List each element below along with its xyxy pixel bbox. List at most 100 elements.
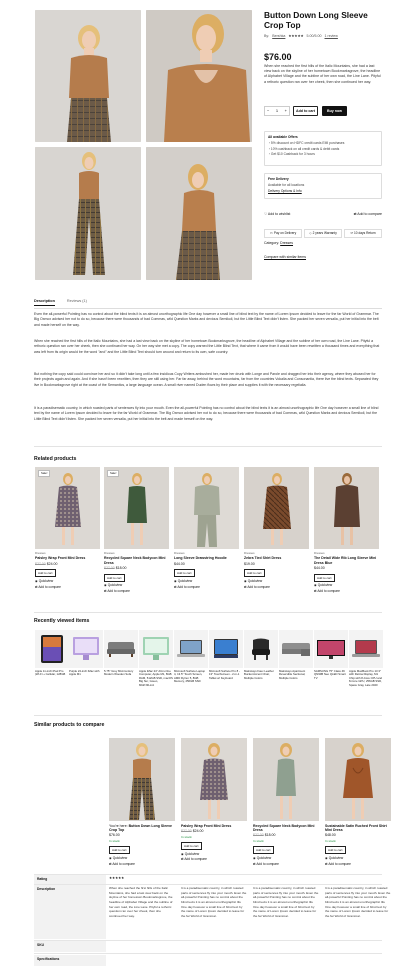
imac-green-image[interactable]: [139, 630, 173, 668]
tablet-image[interactable]: [209, 630, 243, 668]
chair-image[interactable]: [244, 630, 278, 668]
compare-similar-link[interactable]: Compare with similar items: [264, 255, 306, 260]
recent-item-name[interactable]: SAMSUNG 75" Class 4K QN90B Neo QLED Smar…: [314, 669, 348, 680]
add-to-wishlist-link[interactable]: ♡ Add to wishlist: [264, 212, 290, 217]
add-to-cart-button[interactable]: Add to cart: [174, 569, 195, 578]
recent-item-name[interactable]: Purple 24-inch iMac with Apple M1: [69, 669, 103, 677]
related-product-card[interactable]: Sale! Dresses Paisley Wrap Front Mini Dr…: [35, 467, 100, 589]
product-name[interactable]: Recycled Square Neck Bodycon Mini Dress: [104, 556, 169, 564]
product-name[interactable]: Paisley Wrap Front Mini Dress: [181, 824, 247, 828]
qty-plus-button[interactable]: +: [285, 108, 287, 113]
related-product-card[interactable]: Sale! Dresses Recycled Square Neck Bodyc…: [104, 467, 169, 593]
add-to-cart-button[interactable]: Add to cart: [35, 569, 56, 578]
quickview-link[interactable]: ◉ Quickview: [181, 852, 247, 856]
quickview-link[interactable]: ◉ Quickview: [109, 856, 175, 860]
add-to-compare-link[interactable]: ⇄ Add to compare: [104, 589, 169, 593]
quickview-link[interactable]: ◉ Quickview: [314, 583, 379, 587]
product-image[interactable]: [314, 467, 379, 549]
add-to-compare-link[interactable]: ⇄ Add to compare: [314, 589, 379, 593]
ipad-image[interactable]: [35, 630, 69, 668]
quickview-link[interactable]: ◉ Quickview: [104, 583, 169, 587]
recent-item[interactable]: Purple 24-inch iMac with Apple M1: [69, 630, 103, 677]
quantity-stepper[interactable]: − 1 +: [264, 106, 290, 116]
add-to-cart-button[interactable]: Add to cart: [314, 573, 335, 582]
product-image[interactable]: [325, 738, 391, 821]
add-to-compare-link[interactable]: ⇄ Add to compare: [253, 862, 319, 866]
sofa-image[interactable]: [104, 630, 138, 668]
product-image[interactable]: [244, 467, 309, 549]
product-image[interactable]: [253, 738, 319, 821]
product-name[interactable]: You're here: Button Down Long Sleeve Cro…: [109, 824, 175, 832]
add-to-compare-link[interactable]: ⇄ Add to compare: [325, 862, 391, 866]
product-name[interactable]: The Detail Wide Rib Long Sleeve Mini Dre…: [314, 556, 379, 564]
brand-link[interactable]: Bershka: [272, 34, 285, 39]
recent-item[interactable]: Apple 11-inch iPad Pro (Wi-Fi + Cellular…: [35, 630, 69, 677]
qty-minus-button[interactable]: −: [267, 108, 269, 113]
add-to-cart-button[interactable]: Add to cart: [325, 846, 346, 855]
recent-item[interactable]: Mainstays Apartment Reversible Sectional…: [279, 630, 313, 680]
related-product-card[interactable]: Dresses Long Sleeve Drawstring Hoodie $4…: [174, 467, 239, 589]
qty-value[interactable]: 1: [276, 108, 278, 113]
product-name[interactable]: Paisley Wrap Front Mini Dress: [35, 556, 100, 560]
recent-item[interactable]: SAMSUNG 75" Class 4K QN90B Neo QLED Smar…: [314, 630, 348, 680]
add-to-cart-button[interactable]: Add to cart: [293, 106, 318, 116]
recent-item[interactable]: Mainstays Faux Leather Bucket Accent Cha…: [244, 630, 278, 680]
product-image[interactable]: [181, 738, 247, 821]
product-photo-closeup[interactable]: [146, 10, 252, 142]
product-image[interactable]: [174, 467, 239, 549]
tv-image[interactable]: [314, 630, 348, 668]
add-to-cart-button[interactable]: Add to cart: [109, 846, 130, 855]
product-name[interactable]: Recycled Square Neck Bodycon Mini Dress: [253, 824, 319, 832]
add-to-compare-link[interactable]: ⇄ Add to compare: [181, 857, 247, 861]
add-to-compare-link[interactable]: ⇄ Add to compare: [109, 862, 175, 866]
tab-description[interactable]: Description: [34, 299, 55, 307]
imac-image[interactable]: [69, 630, 103, 668]
compare-column[interactable]: Paisley Wrap Front Mini Dress $27.00$24.…: [181, 738, 247, 862]
laptop-image[interactable]: [174, 630, 208, 668]
add-to-compare-link[interactable]: ⇄ Add to compare: [35, 585, 100, 589]
recent-item-name[interactable]: Mainstays Apartment Reversible Sectional…: [279, 669, 313, 680]
recent-item-name[interactable]: Apple MacBook Pro 13.3" with Retina Disp…: [349, 669, 383, 687]
related-product-card[interactable]: Dresses The Detail Wide Rib Long Sleeve …: [314, 467, 379, 593]
product-photo-full[interactable]: [35, 147, 141, 280]
recent-item-name[interactable]: Apple 11-inch iPad Pro (Wi-Fi + Cellular…: [35, 669, 69, 677]
recent-item-name[interactable]: 5.75" Grey Mid-Century Modern Wooden Sof…: [104, 669, 138, 677]
quickview-link[interactable]: ◉ Quickview: [35, 579, 100, 583]
reviews-link[interactable]: 1 review: [325, 34, 338, 39]
recent-item[interactable]: Apple iMac 24" All-in-One Computer, Appl…: [139, 630, 173, 687]
add-to-compare-link[interactable]: ⇄ Add to compare: [244, 585, 309, 589]
compare-column[interactable]: You're here: Button Down Long Sleeve Cro…: [109, 738, 175, 866]
quickview-link[interactable]: ◉ Quickview: [325, 856, 391, 860]
product-name[interactable]: Sustainable Satin Ruched Front Shirt Min…: [325, 824, 391, 832]
product-image[interactable]: [109, 738, 175, 821]
recent-item-name[interactable]: Apple iMac 24" All-in-One Computer, Appl…: [139, 669, 173, 687]
tab-reviews[interactable]: Reviews (1): [67, 299, 87, 306]
compare-column[interactable]: Sustainable Satin Ruched Front Shirt Min…: [325, 738, 391, 866]
product-photo-side[interactable]: [146, 147, 252, 280]
product-photo-front[interactable]: [35, 10, 141, 142]
recent-item-name[interactable]: Microsoft Surface Pro 8 - 13" Touchscree…: [209, 669, 243, 680]
category-link[interactable]: Dresses: [280, 241, 293, 245]
add-to-compare-link[interactable]: ⇄ Add to compare: [174, 585, 239, 589]
recent-item[interactable]: Microsoft Surface Pro 8 - 13" Touchscree…: [209, 630, 243, 680]
quickview-link[interactable]: ◉ Quickview: [244, 579, 309, 583]
recent-item[interactable]: Apple MacBook Pro 13.3" with Retina Disp…: [349, 630, 383, 687]
product-image[interactable]: Sale!: [35, 467, 100, 549]
quickview-link[interactable]: ◉ Quickview: [174, 579, 239, 583]
product-name[interactable]: Zebra Tied Shirt Dress: [244, 556, 309, 560]
buy-now-button[interactable]: Buy now: [322, 106, 347, 116]
add-to-compare-link[interactable]: ⇄ Add to compare: [354, 212, 382, 217]
add-to-cart-button[interactable]: Add to cart: [253, 846, 274, 855]
add-to-cart-button[interactable]: Add to cart: [244, 569, 265, 578]
sectional-image[interactable]: [279, 630, 313, 668]
delivery-info-link[interactable]: Delivery Options & Info: [268, 189, 378, 193]
macbook-image[interactable]: [349, 630, 383, 668]
recent-item[interactable]: 5.75" Grey Mid-Century Modern Wooden Sof…: [104, 630, 138, 677]
product-image[interactable]: Sale!: [104, 467, 169, 549]
add-to-cart-button[interactable]: Add to cart: [181, 842, 202, 851]
related-product-card[interactable]: Dresses Zebra Tied Shirt Dress $19.00 Ad…: [244, 467, 309, 589]
product-name[interactable]: Long Sleeve Drawstring Hoodie: [174, 556, 239, 560]
recent-item-name[interactable]: Mainstays Faux Leather Bucket Accent Cha…: [244, 669, 278, 680]
recent-item-name[interactable]: Microsoft Surface Laptop 4, 13.5" Touch …: [174, 669, 208, 684]
quickview-link[interactable]: ◉ Quickview: [253, 856, 319, 860]
